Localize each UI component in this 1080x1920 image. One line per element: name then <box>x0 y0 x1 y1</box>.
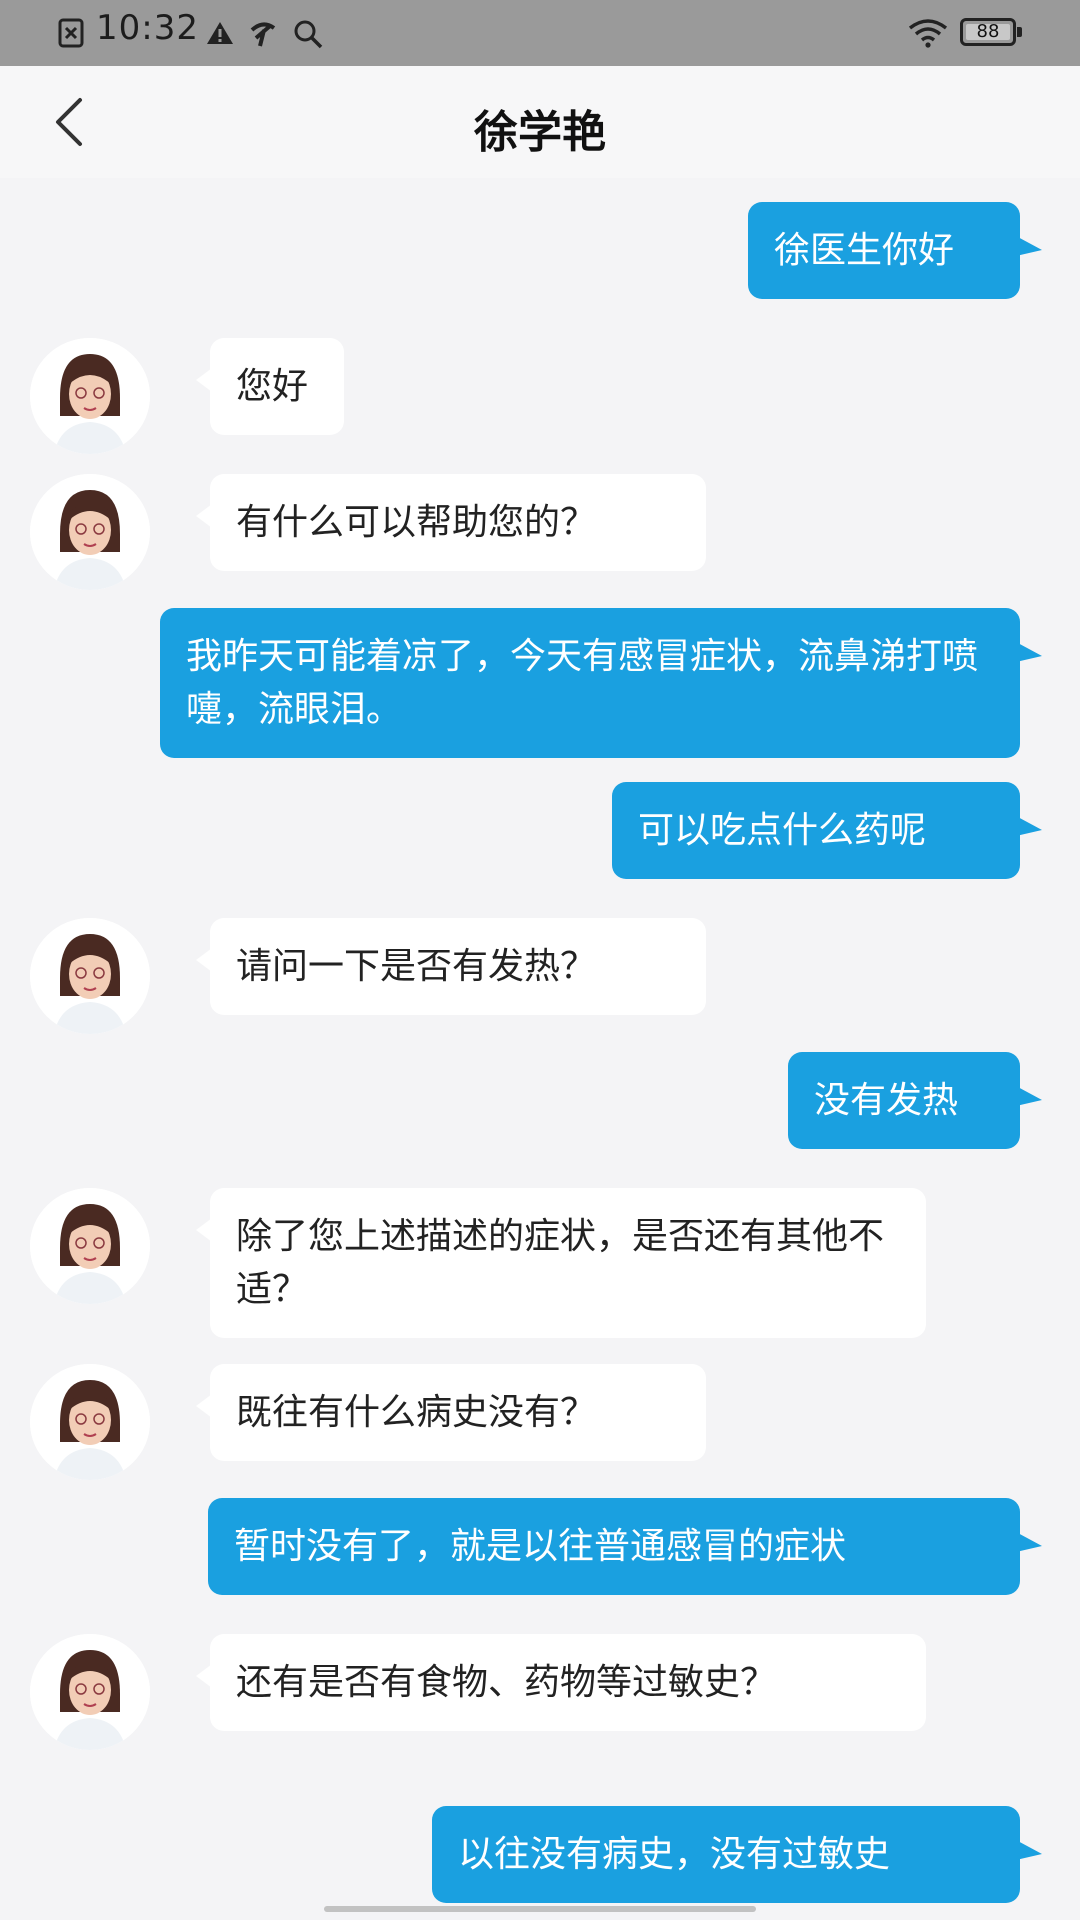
home-indicator[interactable] <box>324 1906 756 1912</box>
doctor-portrait-icon <box>30 1634 150 1750</box>
incoming-message[interactable]: 有什么可以帮助您的？ <box>196 474 706 571</box>
doctor-portrait-icon <box>30 338 150 454</box>
doctor-portrait-icon <box>30 1188 150 1304</box>
chat-list[interactable]: 徐医生你好 您好 有什么可以帮助您的？ 我昨天可能着凉了，今天有感冒症状，流鼻涕… <box>0 178 1080 1920</box>
doctor-avatar[interactable] <box>30 474 150 590</box>
notification-x-icon <box>58 18 84 48</box>
carrier-icon <box>250 22 276 47</box>
doctor-avatar[interactable] <box>30 1188 150 1304</box>
doctor-portrait-icon <box>30 918 150 1034</box>
search-icon <box>294 20 323 49</box>
page-title: 徐学艳 <box>474 107 606 158</box>
doctor-portrait-icon <box>30 474 150 590</box>
outgoing-message[interactable]: 可以吃点什么药呢 <box>612 782 1042 879</box>
battery-icon: 88 <box>960 18 1022 46</box>
doctor-avatar[interactable] <box>30 1634 150 1750</box>
doctor-portrait-icon <box>30 1364 150 1480</box>
incoming-message[interactable]: 请问一下是否有发热？ <box>196 918 706 1015</box>
outgoing-message[interactable]: 没有发热 <box>788 1052 1042 1149</box>
doctor-avatar[interactable] <box>30 918 150 1034</box>
outgoing-message[interactable]: 徐医生你好 <box>748 202 1042 299</box>
incoming-message[interactable]: 还有是否有食物、药物等过敏史？ <box>196 1634 926 1731</box>
status-bar: 10:32 88 <box>0 0 1080 66</box>
outgoing-message[interactable]: 暂时没有了，就是以往普通感冒的症状 <box>208 1498 1042 1595</box>
incoming-message[interactable]: 您好 <box>196 338 344 435</box>
status-time: 10:32 <box>96 8 199 48</box>
wifi-icon <box>908 19 948 48</box>
outgoing-message[interactable]: 我昨天可能着凉了，今天有感冒症状，流鼻涕打喷嚏，流眼泪。 <box>160 608 1042 758</box>
outgoing-message[interactable]: 以往没有病史，没有过敏史 <box>432 1806 1042 1903</box>
doctor-avatar[interactable] <box>30 338 150 454</box>
warning-icon <box>207 22 233 44</box>
incoming-message[interactable]: 既往有什么病史没有？ <box>196 1364 706 1461</box>
doctor-avatar[interactable] <box>30 1364 150 1480</box>
battery-level: 88 <box>976 21 1000 42</box>
chat-header: 徐学艳 <box>0 66 1080 178</box>
incoming-message[interactable]: 除了您上述描述的症状，是否还有其他不适？ <box>196 1188 926 1338</box>
